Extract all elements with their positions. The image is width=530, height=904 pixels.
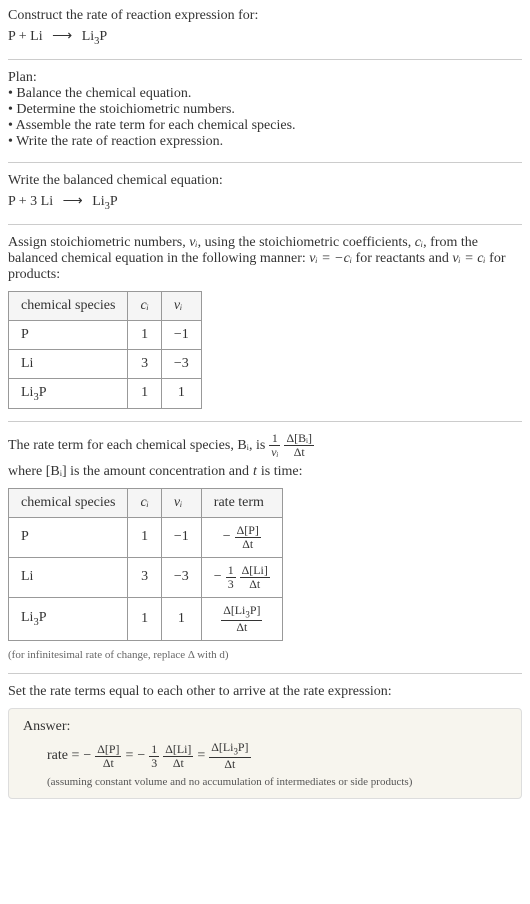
rateterm-section: The rate term for each chemical species,… [8,432,522,661]
arrow-icon: ⟶ [63,193,83,210]
balanced-equation: P + 3 Li ⟶ Li3P [8,193,522,212]
frac-delta-bi: Δ[Bᵢ] Δt [284,432,313,459]
rel-prod: νᵢ = cᵢ [452,251,485,266]
table-row: P 1 −1 [9,320,202,349]
col-c: cᵢ [128,291,161,320]
col-rateterm: rate term [201,488,282,517]
table-header-row: chemical species cᵢ νᵢ [9,291,202,320]
table-row: P 1 −1 − Δ[P] Δt [9,517,283,557]
balanced-rhs: Li3P [92,194,118,209]
cell-nu: 1 [161,597,201,640]
divider [8,59,522,60]
divider [8,162,522,163]
term1-frac: Δ[P] Δt [95,743,121,770]
cell-rateterm: Δ[Li3P] Δt [201,597,282,640]
nu-i: νᵢ [189,235,197,250]
cell-species: Li [9,349,128,378]
cell-c: 1 [128,320,161,349]
rateterm-table: chemical species cᵢ νᵢ rate term P 1 −1 … [8,488,283,642]
rateterm-footnote: (for infinitesimal rate of change, repla… [8,649,522,661]
balanced-title: Write the balanced chemical equation: [8,173,522,189]
cell-rateterm: − Δ[P] Δt [201,517,282,557]
cell-nu: 1 [161,378,201,409]
answer-note: (assuming constant volume and no accumul… [47,776,507,788]
col-nu: νᵢ [161,291,201,320]
unbalanced-equation: P + Li ⟶ Li3P [8,28,522,47]
cell-c: 1 [128,517,161,557]
stoich-intro: Assign stoichiometric numbers, νᵢ, using… [8,235,522,283]
divider [8,673,522,674]
answer-expression: rate = − Δ[P] Δt = − 1 3 Δ[Li] Δt = Δ[Li… [47,741,507,771]
construct-prompt: Construct the rate of reaction expressio… [8,8,522,24]
cell-species: Li3P [9,597,128,640]
cell-nu: −3 [161,349,201,378]
term2-coef-frac: 1 3 [149,743,159,770]
table-row: Li3P 1 1 Δ[Li3P] Δt [9,597,283,640]
plan-item: • Assemble the rate term for each chemic… [8,118,522,134]
cell-species: Li3P [9,378,128,409]
final-intro: Set the rate terms equal to each other t… [8,684,522,700]
c-i: cᵢ [415,235,423,250]
balanced-section: Write the balanced chemical equation: P … [8,173,522,212]
table-row: Li3P 1 1 [9,378,202,409]
answer-box: Answer: rate = − Δ[P] Δt = − 1 3 Δ[Li] Δ… [8,708,522,798]
plan-item: • Determine the stoichiometric numbers. [8,102,522,118]
cell-nu: −1 [161,320,201,349]
table-row: Li 3 −3 − 1 3 Δ[Li] Δt [9,557,283,597]
stoich-section: Assign stoichiometric numbers, νᵢ, using… [8,235,522,410]
plan-section: Plan: • Balance the chemical equation. •… [8,70,522,150]
divider [8,224,522,225]
cell-species: Li [9,557,128,597]
cell-c: 1 [128,597,161,640]
cell-species: P [9,517,128,557]
cell-c: 3 [128,349,161,378]
plan-item: • Balance the chemical equation. [8,86,522,102]
rateterm-intro: The rate term for each chemical species,… [8,432,522,479]
plan-item: • Write the rate of reaction expression. [8,134,522,150]
term3-frac: Δ[Li3P] Δt [209,741,250,771]
cell-nu: −3 [161,557,201,597]
col-species: chemical species [9,291,128,320]
cell-c: 3 [128,557,161,597]
col-species: chemical species [9,488,128,517]
table-row: Li 3 −3 [9,349,202,378]
answer-label: Answer: [23,719,507,735]
plan-title: Plan: [8,70,522,86]
stoich-table: chemical species cᵢ νᵢ P 1 −1 Li 3 −3 Li… [8,291,202,410]
final-section: Set the rate terms equal to each other t… [8,684,522,798]
col-c: cᵢ [128,488,161,517]
rate-label: rate = [47,748,79,764]
cell-nu: −1 [161,517,201,557]
balanced-lhs: P + 3 Li [8,194,53,209]
rel-react: νᵢ = −cᵢ [309,251,352,266]
frac-one-over-nu: 1 νᵢ [269,432,280,459]
header-section: Construct the rate of reaction expressio… [8,8,522,47]
eq-lhs: P + Li [8,29,43,44]
cell-rateterm: − 1 3 Δ[Li] Δt [201,557,282,597]
table-header-row: chemical species cᵢ νᵢ rate term [9,488,283,517]
col-nu: νᵢ [161,488,201,517]
cell-c: 1 [128,378,161,409]
divider [8,421,522,422]
eq-rhs: Li3P [82,29,108,44]
arrow-icon: ⟶ [52,28,72,45]
term2-frac: Δ[Li] Δt [163,743,193,770]
cell-species: P [9,320,128,349]
